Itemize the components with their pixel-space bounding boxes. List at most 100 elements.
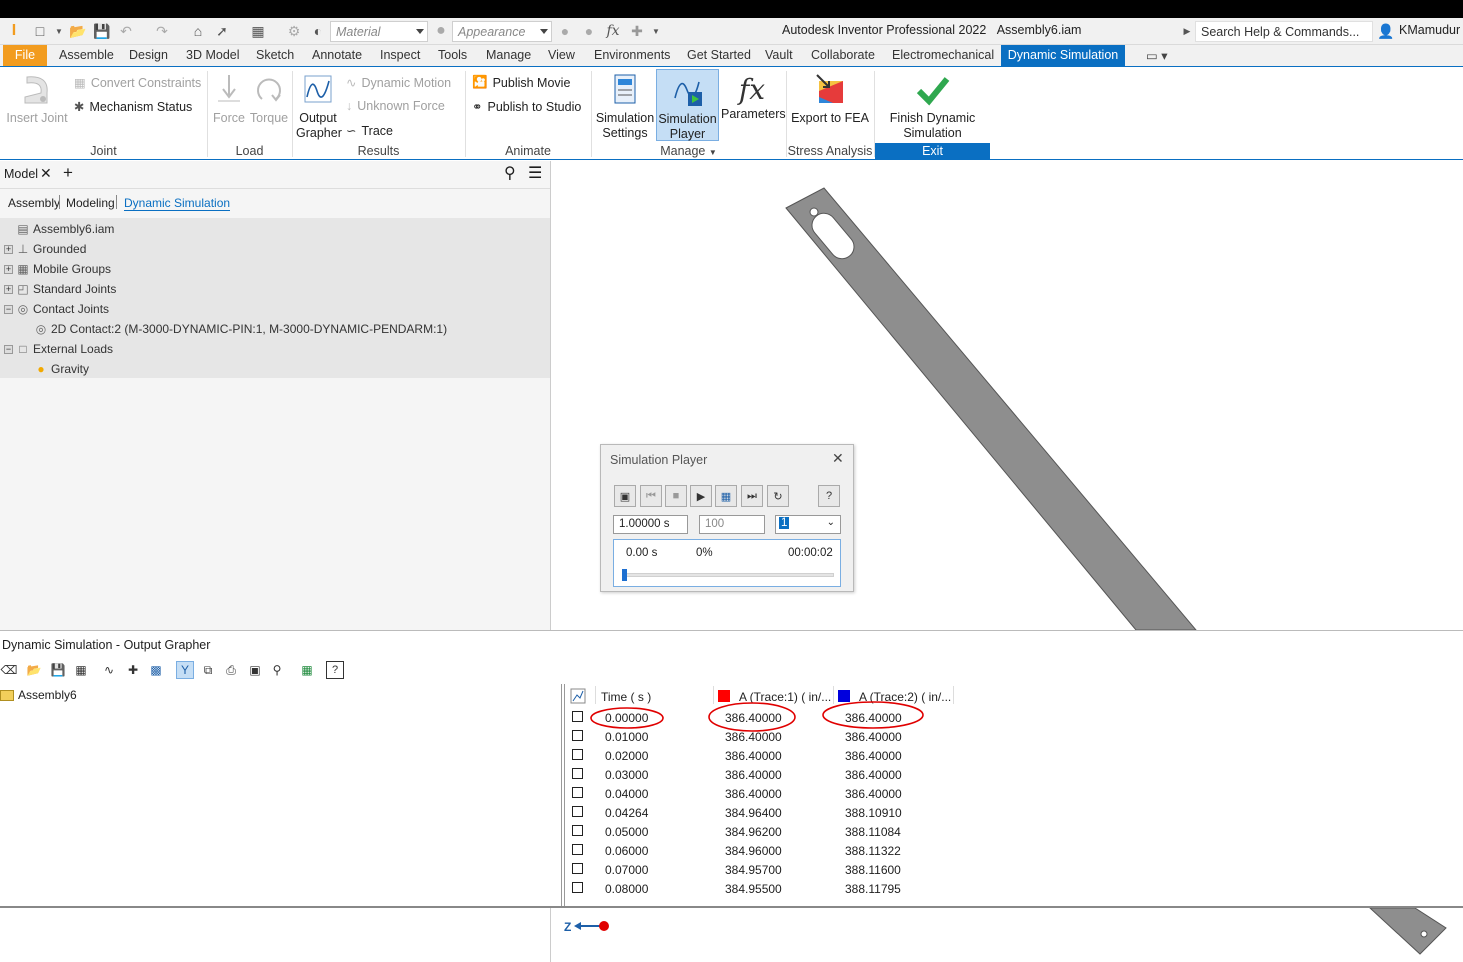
user-name[interactable]: KMamudur <box>1399 23 1460 37</box>
appearance-combo[interactable]: Appearance <box>452 21 552 42</box>
construction-mode-icon[interactable]: ▣ <box>614 485 636 507</box>
tree-node[interactable]: + ⊥ Grounded <box>0 239 86 259</box>
torque-button[interactable]: Torque <box>249 73 289 126</box>
ribbon-minimize-icon[interactable]: ▭ ▾ <box>1146 45 1168 66</box>
filter-select[interactable]: 1 ⌄ <box>775 515 841 534</box>
menu-icon[interactable]: ☰ <box>528 163 542 183</box>
insert-joint-button[interactable]: Insert Joint <box>6 73 68 126</box>
row-checkbox[interactable] <box>572 806 583 817</box>
view-triad-icon[interactable] <box>572 916 616 936</box>
save-icon[interactable]: 💾 <box>92 22 112 40</box>
export-to-fea-button[interactable]: Export to FEA <box>790 73 870 126</box>
rewind-icon[interactable]: ⏮ <box>640 485 662 507</box>
simulation-settings-button[interactable]: Simulation Settings <box>594 73 656 141</box>
add-browser-icon[interactable]: + <box>63 163 73 183</box>
tab-file[interactable]: File <box>3 45 47 66</box>
open-folder-icon[interactable]: 📂 <box>68 22 88 40</box>
row-checkbox[interactable] <box>572 882 583 893</box>
trace-button[interactable]: ∽ Trace <box>346 123 393 139</box>
tab-annotate[interactable]: Annotate <box>312 45 362 66</box>
home-icon[interactable]: ⌂ <box>188 22 208 40</box>
tree-node[interactable]: − □ External Loads <box>0 339 113 359</box>
grapher-help-icon[interactable]: ? <box>326 661 344 679</box>
tab-design[interactable]: Design <box>129 45 168 66</box>
force-button[interactable]: Force <box>212 73 246 126</box>
tab-view[interactable]: View <box>548 45 575 66</box>
screenshot-icon[interactable]: ▦ <box>715 485 737 507</box>
select-icon[interactable]: ➚ <box>212 22 232 40</box>
dialog-close-icon[interactable]: ✕ <box>832 450 844 467</box>
search-input[interactable]: Search Help & Commands... <box>1195 21 1373 42</box>
loop-icon[interactable]: ↻ <box>767 485 789 507</box>
tab-electromechanical[interactable]: Electromechanical <box>892 45 994 66</box>
zoom-fit-icon[interactable]: ▣ <box>246 661 264 679</box>
row-checkbox[interactable] <box>572 768 583 779</box>
save-data-icon[interactable]: 💾 <box>49 661 67 679</box>
row-checkbox[interactable] <box>572 863 583 874</box>
mechanism-status-button[interactable]: ✱ Mechanism Status <box>74 99 192 115</box>
finish-dynamic-simulation-button[interactable]: Finish Dynamic Simulation <box>876 73 989 141</box>
unknown-force-button[interactable]: ↓ Unknown Force <box>346 99 445 113</box>
erase-icon[interactable]: ⌫ <box>0 661 18 679</box>
zoom-icon[interactable]: ⚲ <box>268 661 286 679</box>
fx-icon[interactable]: fx <box>603 22 623 40</box>
tree-node[interactable]: ▤ Assembly6.iam <box>0 219 114 239</box>
search-icon[interactable]: ⚲ <box>504 163 516 183</box>
tree-node[interactable]: − ◎ Contact Joints <box>0 299 109 319</box>
browser-title[interactable]: Model <box>4 167 38 181</box>
excel-icon[interactable]: ▦ <box>298 661 316 679</box>
convert-constraints-button[interactable]: ▦ Convert Constraints <box>74 75 201 91</box>
adjust-icon[interactable]: ● <box>556 22 574 40</box>
publish-studio-button[interactable]: ⚭ Publish to Studio <box>472 99 581 115</box>
tab-vault[interactable]: Vault <box>765 45 793 66</box>
view-modeling[interactable]: Modeling <box>66 196 115 210</box>
measure-icon[interactable]: ⚙ <box>284 22 304 40</box>
images-input[interactable]: 100 <box>699 515 765 534</box>
row-checkbox[interactable] <box>572 825 583 836</box>
redo-icon[interactable]: ↷ <box>152 22 172 40</box>
final-time-input[interactable]: 1.00000 s <box>613 515 688 534</box>
row-checkbox[interactable] <box>572 787 583 798</box>
material-combo[interactable]: Material <box>330 21 428 42</box>
close-browser-icon[interactable]: ✕ <box>40 165 52 182</box>
plus-icon[interactable]: ✚ <box>628 22 646 40</box>
add-point-icon[interactable]: ✚ <box>124 661 142 679</box>
stop-icon[interactable]: ■ <box>665 485 687 507</box>
end-icon[interactable]: ⏭ <box>741 485 763 507</box>
tab-dynamic-simulation[interactable]: Dynamic Simulation <box>1001 45 1125 66</box>
help-icon[interactable]: ? <box>818 485 840 507</box>
tree-node[interactable]: ● Gravity <box>0 359 89 379</box>
copy-icon[interactable]: ⧉ <box>199 661 217 679</box>
new-icon[interactable]: □ <box>30 22 50 40</box>
tree-node[interactable]: + ◰ Standard Joints <box>0 279 116 299</box>
view-dynamic-simulation[interactable]: Dynamic Simulation <box>124 196 231 211</box>
dynamic-motion-button[interactable]: ∿ Dynamic Motion <box>346 75 451 91</box>
play-icon[interactable]: ▶ <box>690 485 712 507</box>
fea-export-icon[interactable]: ▩ <box>147 661 165 679</box>
appearance-ball-icon[interactable]: ◐ <box>308 22 328 40</box>
view-assembly[interactable]: Assembly <box>8 196 60 210</box>
print-icon[interactable]: ⎙ <box>222 661 240 679</box>
tab-manage[interactable]: Manage <box>486 45 531 66</box>
new-dropdown-icon[interactable]: ▼ <box>54 22 64 40</box>
user-icon[interactable]: 👤 <box>1377 22 1394 40</box>
row-checkbox[interactable] <box>572 844 583 855</box>
row-checkbox[interactable] <box>572 749 583 760</box>
tab-collaborate[interactable]: Collaborate <box>811 45 875 66</box>
expand-toggle-icon[interactable]: + <box>4 244 13 254</box>
undo-icon[interactable]: ↶ <box>116 22 136 40</box>
qat-customize-icon[interactable]: ▼ <box>650 22 662 40</box>
tab-inspect[interactable]: Inspect <box>380 45 420 66</box>
simulation-player-button[interactable]: Simulation Player <box>656 69 719 141</box>
open-icon[interactable]: 📂 <box>25 661 43 679</box>
manage-panel-label[interactable]: Manage ▼ <box>591 144 786 158</box>
tab-3d-model[interactable]: 3D Model <box>186 45 240 66</box>
expand-toggle-icon[interactable]: − <box>4 304 13 314</box>
expand-toggle-icon[interactable]: + <box>4 264 13 274</box>
tab-get-started[interactable]: Get Started <box>687 45 751 66</box>
expand-toggle-icon[interactable]: + <box>4 284 13 294</box>
tree-node[interactable]: + ▦ Mobile Groups <box>0 259 111 279</box>
clear-icon[interactable]: ● <box>580 22 598 40</box>
search-expand-icon[interactable]: ▶ <box>1182 22 1192 40</box>
filter-icon[interactable]: Y <box>176 661 194 679</box>
